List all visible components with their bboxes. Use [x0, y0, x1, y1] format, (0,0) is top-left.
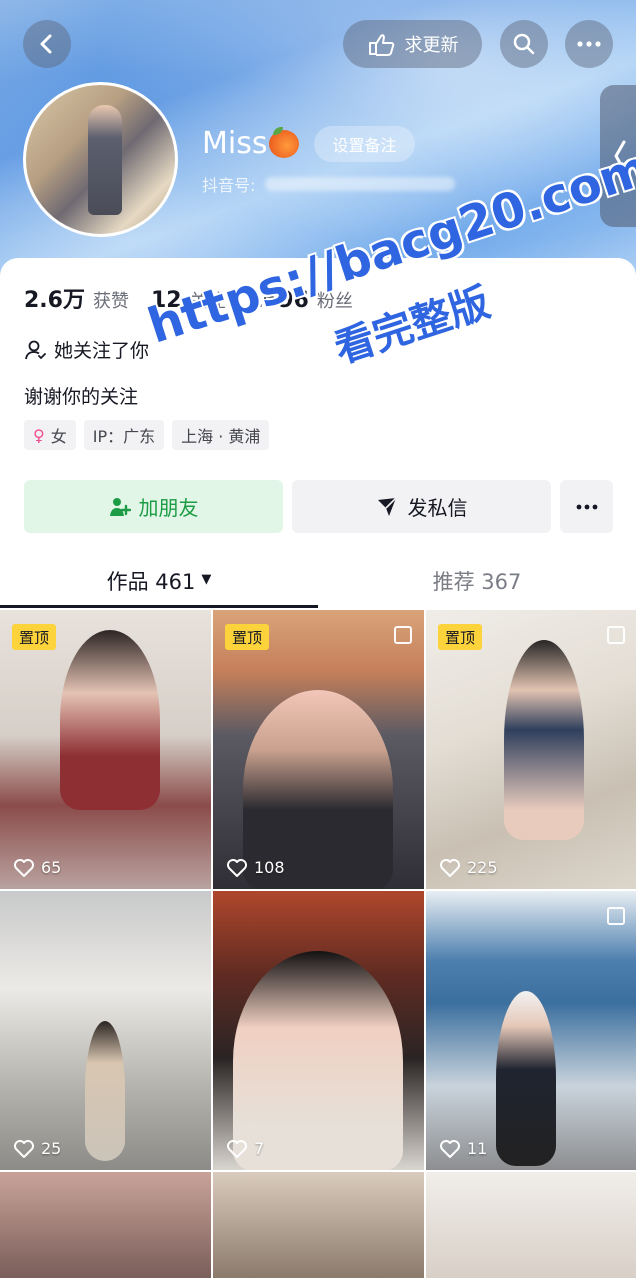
video-likes: 108	[227, 858, 285, 877]
request-update-label: 求更新	[404, 35, 459, 56]
hand-point-icon	[368, 34, 394, 56]
likes-count: 225	[467, 858, 498, 877]
female-icon: ♀	[33, 425, 45, 445]
likes-count: 11	[467, 1139, 488, 1158]
back-button[interactable]	[23, 20, 71, 68]
bio: 谢谢你的关注	[24, 386, 139, 408]
caret-down-icon: ▼	[201, 572, 212, 587]
video-likes: 65	[14, 858, 61, 877]
multi-image-icon	[394, 626, 412, 644]
pinned-badge: 置顶	[12, 624, 57, 650]
search-icon	[513, 33, 535, 55]
send-message-label: 发私信	[407, 496, 468, 520]
gender-tag: ♀ 女	[24, 420, 76, 450]
location-label: 上海 · 黄浦	[181, 427, 261, 446]
set-remark-button[interactable]: 设置备注	[314, 126, 415, 162]
heart-icon	[227, 858, 247, 877]
likes-count: 7	[254, 1139, 265, 1158]
likes-count: 65	[41, 858, 62, 877]
likes-stat[interactable]: 2.6万 获赞	[24, 282, 129, 314]
follows-you-text: 她关注了你	[54, 340, 150, 362]
tab-recommend[interactable]: 推荐 367	[318, 558, 636, 608]
ellipsis-icon	[576, 504, 597, 509]
video-tile[interactable]: 11	[426, 891, 636, 1170]
user-icon	[25, 340, 46, 359]
video-tile[interactable]: 置顶 108	[213, 610, 424, 889]
send-icon	[377, 496, 397, 516]
video-tile[interactable]: 7	[213, 891, 424, 1170]
multi-image-icon	[607, 626, 625, 644]
likes-count: 25	[41, 1139, 62, 1158]
request-update-button[interactable]: 求更新	[343, 20, 482, 68]
avatar[interactable]	[23, 82, 178, 237]
multi-image-icon	[607, 907, 625, 925]
content-tabs: 作品 461 ▼ 推荐 367	[0, 558, 636, 608]
username: Miss	[202, 126, 300, 161]
username-text: Miss	[202, 126, 268, 161]
likes-count: 2.6万	[24, 288, 85, 313]
video-thumbnail	[233, 951, 403, 1170]
video-thumbnail	[85, 1021, 125, 1161]
likes-count: 108	[254, 858, 285, 877]
send-message-button[interactable]: 发私信	[292, 480, 551, 533]
more-options-button[interactable]	[565, 20, 613, 68]
tab-works[interactable]: 作品 461 ▼	[0, 558, 318, 608]
video-thumbnail	[504, 640, 584, 840]
douyin-id: 抖音号:	[202, 172, 456, 196]
chevron-left-icon	[40, 34, 52, 54]
video-likes: 25	[14, 1139, 61, 1158]
likes-label: 获赞	[92, 291, 129, 312]
video-likes: 7	[227, 1139, 264, 1158]
ip-label: IP：广东	[92, 427, 156, 446]
gender-label: 女	[50, 427, 67, 446]
video-tile[interactable]: 置顶 225	[426, 610, 636, 889]
heart-icon	[14, 1139, 34, 1158]
heart-icon	[14, 858, 34, 877]
heart-icon	[227, 1139, 247, 1158]
pinned-badge: 置顶	[438, 624, 483, 650]
tab-works-label: 作品 461	[106, 570, 196, 594]
video-tile[interactable]: 25	[0, 891, 211, 1170]
video-tile[interactable]: 置顶 65	[0, 610, 211, 889]
video-likes: 225	[440, 858, 498, 877]
add-friend-button[interactable]: 加朋友	[24, 480, 283, 533]
video-grid: 置顶 65 置顶 108 置顶 225 25 7 11	[0, 610, 636, 1278]
video-thumbnail	[60, 630, 160, 810]
action-row: 加朋友 发私信	[24, 480, 613, 533]
search-button[interactable]	[500, 20, 548, 68]
douyin-id-label: 抖音号:	[202, 176, 256, 195]
add-friend-label: 加朋友	[138, 496, 199, 520]
follows-you-note: 她关注了你	[24, 336, 149, 363]
video-tile[interactable]	[426, 1172, 636, 1278]
tag-row: ♀ 女 IP：广东 上海 · 黄浦	[24, 420, 270, 450]
peach-emoji-icon	[269, 126, 300, 158]
video-thumbnail	[496, 991, 556, 1166]
profile-card: 2.6万 获赞 12 关注 1696 粉丝 她关注了你 谢谢你的关注 ♀ 女 I…	[0, 258, 636, 1280]
location-tag: 上海 · 黄浦	[172, 420, 270, 450]
video-likes: 11	[440, 1139, 487, 1158]
heart-icon	[440, 1139, 460, 1158]
more-actions-button[interactable]	[560, 480, 613, 533]
heart-icon	[440, 858, 460, 877]
video-tile[interactable]	[0, 1172, 211, 1278]
tab-recommend-label: 推荐 367	[432, 570, 522, 594]
ip-tag: IP：广东	[83, 420, 165, 450]
video-tile[interactable]	[213, 1172, 424, 1278]
ellipsis-icon	[577, 41, 601, 47]
set-remark-label: 设置备注	[332, 136, 397, 155]
douyin-id-blurred	[265, 177, 456, 191]
add-user-icon	[109, 497, 131, 516]
pinned-badge: 置顶	[225, 624, 270, 650]
